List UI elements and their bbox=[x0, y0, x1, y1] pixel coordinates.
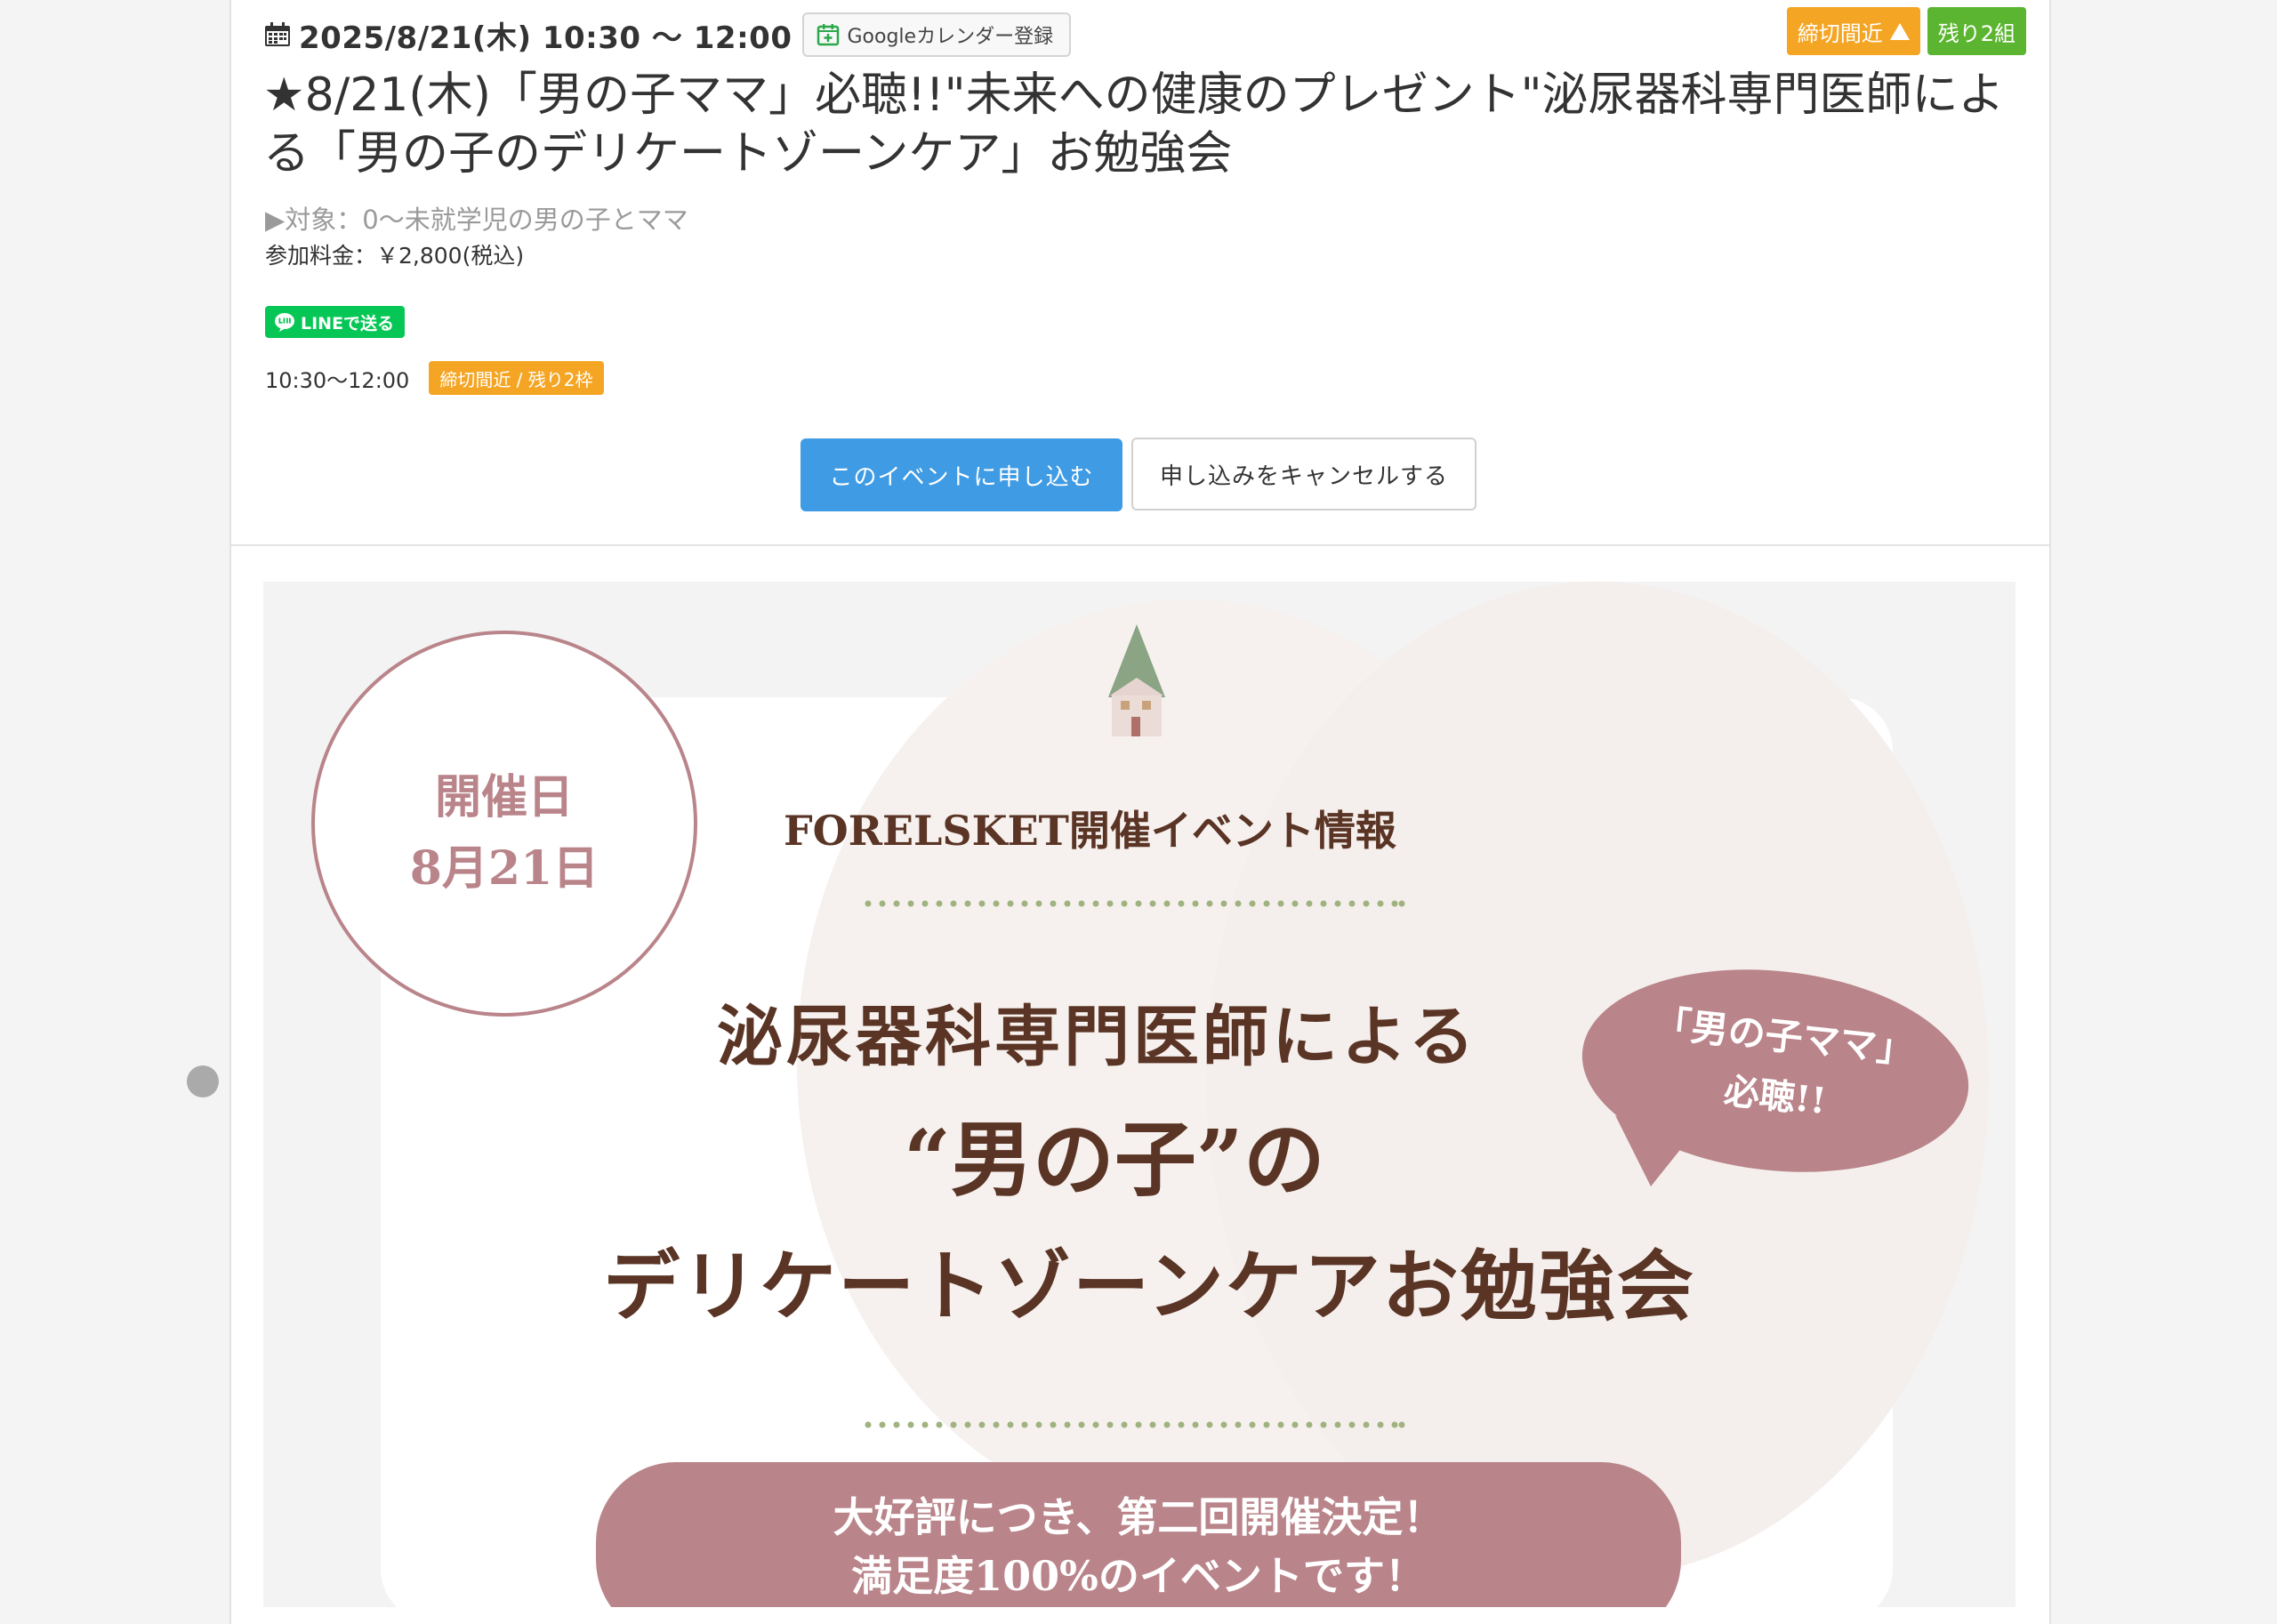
event-target: ▶対象：0〜未就学児の男の子とママ bbox=[265, 205, 688, 235]
line-share-label: LINEで送る bbox=[301, 313, 395, 334]
status-badges: 締切間近 残り2組 bbox=[1786, 7, 2026, 55]
deadline-badge: 締切間近 bbox=[1786, 7, 1920, 55]
google-calendar-label: Googleカレンダー登録 bbox=[847, 26, 1054, 48]
event-datetime: 2025/8/21(木) 10:30 〜 12:00 bbox=[299, 20, 793, 56]
warning-triangle-icon bbox=[1889, 22, 1910, 40]
banner-date-value: 8月21日 bbox=[409, 841, 599, 896]
banner-date-label: 開催日 bbox=[434, 770, 574, 824]
line-icon bbox=[275, 313, 294, 332]
banner-pill-line-2: 満足度100%のイベントです！ bbox=[851, 1552, 1426, 1600]
calendar-icon bbox=[265, 22, 290, 46]
banner-pill-line-1: 大好評につき、第二回開催決定！ bbox=[833, 1493, 1444, 1541]
carousel-scroll-dot[interactable] bbox=[187, 1065, 219, 1097]
event-fee: 参加料金：￥2,800(税込) bbox=[265, 243, 525, 269]
banner-headline-3: デリケートゾーンケアお勉強会 bbox=[603, 1242, 1695, 1331]
deadline-badge-label: 締切間近 bbox=[1797, 20, 1883, 46]
banner-headline-1: 泌尿器科専門医師による bbox=[717, 999, 1478, 1075]
apply-button[interactable]: このイベントに申し込む bbox=[801, 438, 1122, 511]
banner-headline-2: “男の子”の bbox=[904, 1112, 1325, 1208]
section-divider bbox=[231, 544, 2049, 546]
remaining-badge-label: 残り2組 bbox=[1937, 20, 2016, 46]
google-calendar-add-icon bbox=[817, 24, 840, 46]
event-datetime-row: 2025/8/21(木) 10:30 〜 12:00 Googleカレンダー登録 bbox=[263, 12, 1072, 57]
time-slot-row: 10:30〜12:00 締切間近 / 残り2枠 bbox=[265, 361, 604, 395]
remaining-badge: 残り2組 bbox=[1927, 7, 2026, 55]
banner-org-label: FORELSKET開催イベント情報 bbox=[784, 807, 1396, 855]
event-title: ★8/21(木)「男の子ママ」必聴!!"未来への健康のプレゼント"泌尿器科専門医… bbox=[263, 68, 2005, 181]
cancel-application-button[interactable]: 申し込みをキャンセルする bbox=[1131, 438, 1476, 511]
slot-time: 10:30〜12:00 bbox=[265, 367, 410, 393]
google-calendar-button[interactable]: Googleカレンダー登録 bbox=[802, 12, 1072, 57]
slot-status-badge: 締切間近 / 残り2枠 bbox=[429, 361, 604, 395]
event-banner-image: 開催日 8月21日 FORELSKET開催イベント情報 泌尿器科専門医師による … bbox=[263, 582, 2016, 1607]
line-share-button[interactable]: LINEで送る bbox=[265, 306, 406, 338]
